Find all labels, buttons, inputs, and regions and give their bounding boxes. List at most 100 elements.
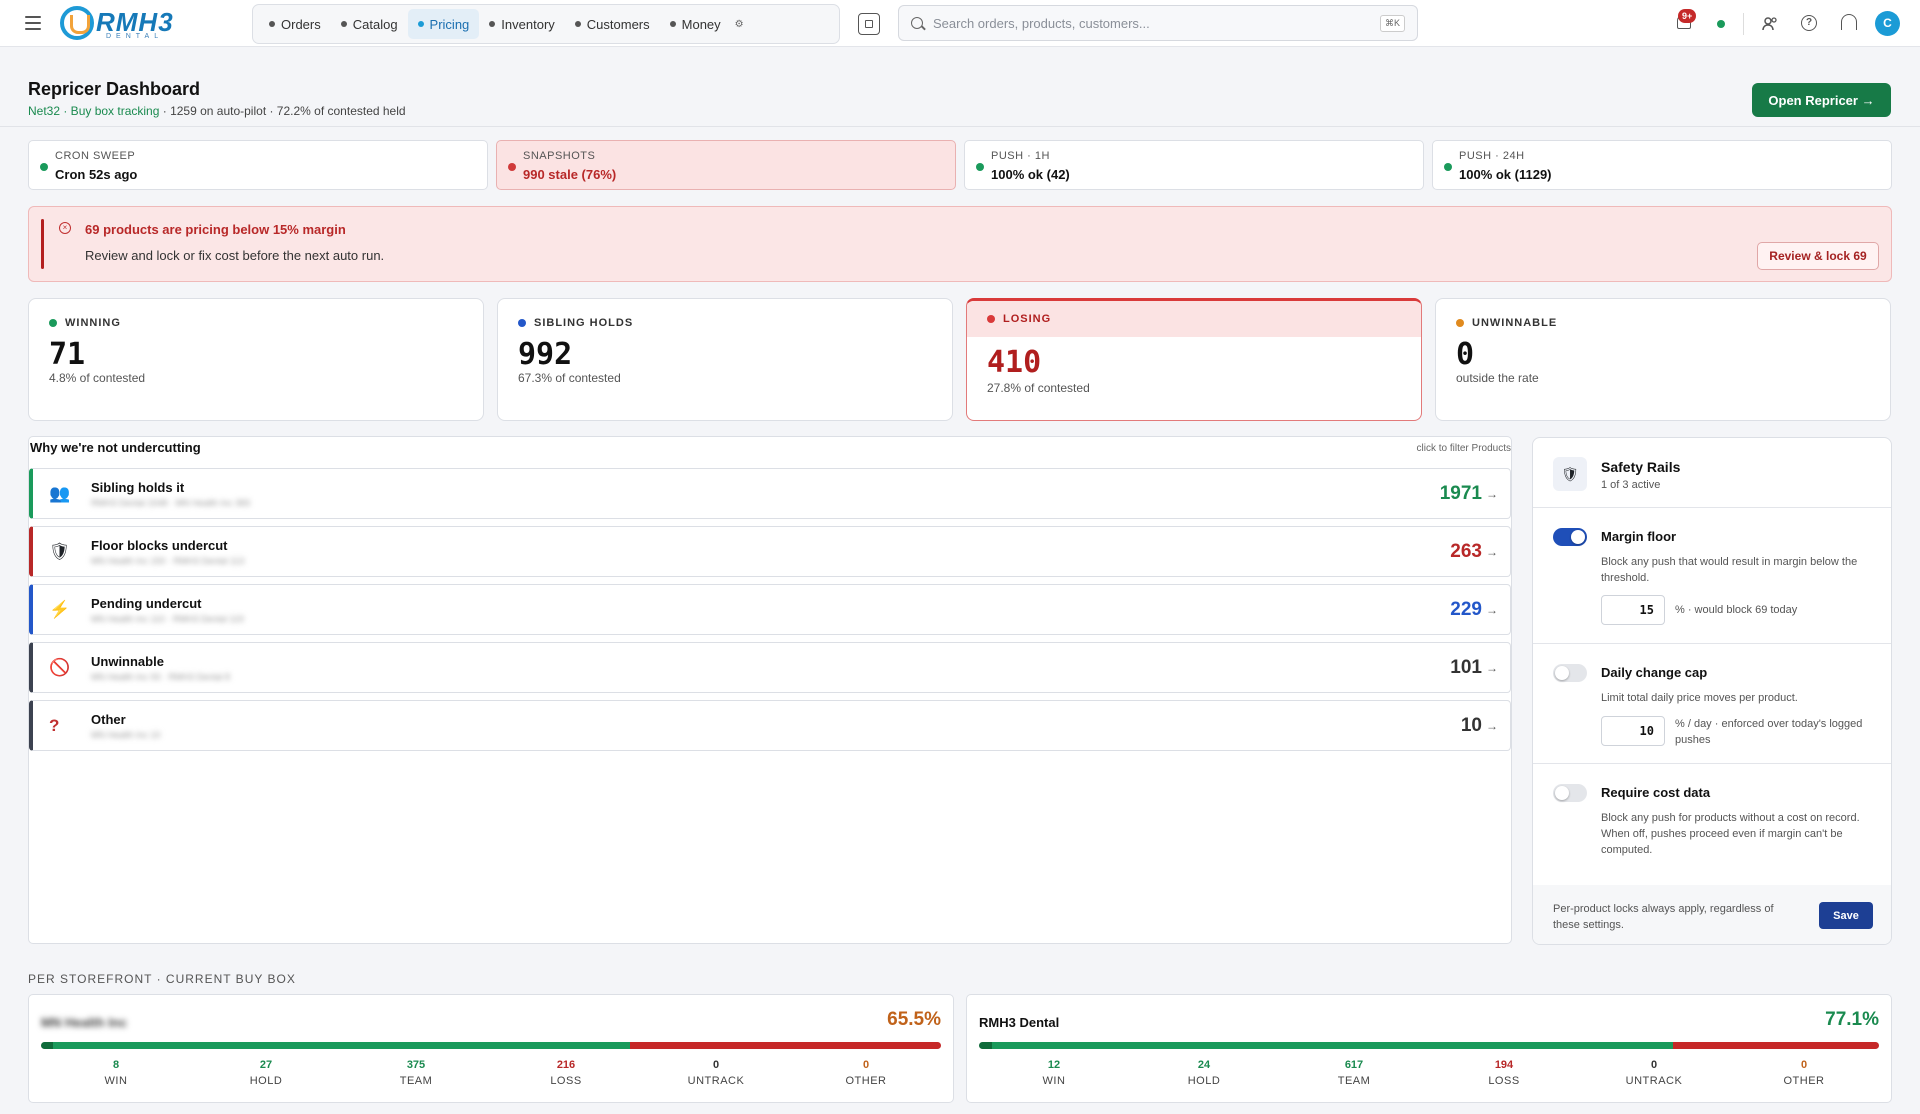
status-dot-icon bbox=[1444, 163, 1452, 171]
stat-value: 0 bbox=[862, 1059, 870, 1071]
arrow-right-icon: → bbox=[1486, 487, 1498, 501]
status-value: 100% ok (1129) bbox=[1459, 167, 1552, 182]
notification-badge: 9+ bbox=[1678, 9, 1697, 23]
reason-breakdown: MN Health Inc 10 bbox=[91, 730, 161, 740]
reason-count: 1971 bbox=[1439, 483, 1482, 504]
bar-segment-team bbox=[91, 1042, 631, 1049]
prohibited-icon: 🚫 bbox=[49, 658, 71, 677]
save-button[interactable]: Save bbox=[1819, 902, 1873, 929]
why-not-undercutting-panel: Why we're not undercutting click to filt… bbox=[28, 436, 1512, 944]
review-lock-button[interactable]: Review & lock 69 bbox=[1757, 242, 1879, 270]
nav-dot-icon bbox=[669, 21, 676, 27]
reason-count: 229 bbox=[1450, 599, 1482, 620]
stat-loss: 194 LOSS bbox=[1429, 1059, 1579, 1087]
stat-label: LOSS bbox=[550, 1075, 582, 1087]
headset-icon[interactable] bbox=[1841, 14, 1857, 30]
kpi-label: UNWINNABLE bbox=[1472, 317, 1558, 329]
nav-pricing[interactable]: Pricing bbox=[407, 9, 480, 39]
logo-mark bbox=[60, 6, 94, 40]
kpi-dot-icon bbox=[49, 319, 57, 327]
daily-cap-toggle[interactable] bbox=[1553, 664, 1587, 682]
reason-row-pending[interactable]: ⚡ Pending undercut MN Health Inc 110 · R… bbox=[29, 584, 1511, 635]
stat-hold: 27 HOLD bbox=[191, 1059, 341, 1087]
nav-dot-icon bbox=[489, 21, 496, 27]
subtitle-link[interactable]: Net32 · Buy box tracking bbox=[28, 104, 159, 118]
alert-circle-icon: × bbox=[59, 222, 71, 234]
nav-label: Orders bbox=[281, 16, 321, 32]
reason-row-unwinnable[interactable]: 🚫 Unwinnable MN Health Inc 93 · RMH3 Den… bbox=[29, 642, 1511, 693]
bar-segment-win bbox=[979, 1042, 992, 1049]
kpi-label: WINNING bbox=[65, 317, 121, 329]
safety-rails-panel: 🛡 Safety Rails 1 of 3 active Margin floo… bbox=[1532, 437, 1892, 945]
rail-description: Block any push for products without a co… bbox=[1601, 812, 1860, 856]
kpi-value: 992 bbox=[518, 337, 573, 372]
stat-value: 194 bbox=[1494, 1059, 1514, 1071]
require-cost-toggle[interactable] bbox=[1553, 784, 1587, 802]
status-value: 100% ok (42) bbox=[991, 167, 1070, 182]
rail-note: % / day · enforced over today's logged p… bbox=[1675, 718, 1863, 746]
reason-count: 10 bbox=[1460, 715, 1482, 736]
stat-untrack: 0 UNTRACK bbox=[641, 1059, 791, 1087]
toggle-knob bbox=[1555, 666, 1569, 680]
users-icon[interactable] bbox=[1760, 14, 1780, 34]
status-card-push-24h: PUSH · 24H 100% ok (1129) bbox=[1432, 140, 1892, 190]
stat-label: OTHER bbox=[845, 1075, 887, 1087]
status-card-cron: CRON SWEEP Cron 52s ago bbox=[28, 140, 488, 190]
rails-title: Safety Rails bbox=[1601, 459, 1681, 475]
stat-label: HOLD bbox=[249, 1075, 283, 1087]
nav-catalog[interactable]: Catalog bbox=[331, 9, 408, 39]
nav-money[interactable]: Money bbox=[660, 9, 731, 39]
nav-settings-icon[interactable]: ⚙ bbox=[735, 19, 744, 30]
storefront-card: MN Health Inc 65.5% 8 WIN 27 HOLD 375 TEAM … bbox=[28, 994, 954, 1103]
storefront-percent: 77.1% bbox=[1825, 1009, 1879, 1030]
bar-segment-loss bbox=[1672, 1042, 1879, 1049]
margin-floor-input[interactable] bbox=[1601, 595, 1665, 625]
reason-row-other[interactable]: ? Other MN Health Inc 10 10 → bbox=[29, 700, 1511, 751]
kpi-winning[interactable]: WINNING 71 4.8% of contested bbox=[28, 298, 484, 421]
nav-dot-icon bbox=[574, 21, 581, 27]
nav-inventory[interactable]: Inventory bbox=[479, 9, 564, 39]
panel-title: Why we're not undercutting bbox=[30, 440, 201, 455]
nav-orders[interactable]: Orders bbox=[259, 9, 331, 39]
stat-untrack: 0 UNTRACK bbox=[1579, 1059, 1729, 1087]
buy-box-bar bbox=[979, 1042, 1879, 1049]
stat-value: 375 bbox=[406, 1059, 426, 1071]
stat-label: WIN bbox=[104, 1075, 128, 1087]
daily-cap-input[interactable] bbox=[1601, 716, 1665, 746]
nav-dot-icon bbox=[417, 21, 424, 27]
kpi-unwinnable[interactable]: UNWINNABLE 0 outside the rate bbox=[1435, 298, 1891, 421]
scan-icon[interactable] bbox=[858, 13, 880, 35]
rails-footer-note: Per-product locks always apply, regardle… bbox=[1553, 903, 1774, 931]
open-repricer-button[interactable]: Open Repricer → bbox=[1752, 83, 1891, 117]
status-value: 990 stale (76%) bbox=[523, 167, 617, 182]
arrow-right-icon: → bbox=[1486, 719, 1498, 733]
reason-row-floor[interactable]: 🛡 Floor blocks undercut MN Health Inc 15… bbox=[29, 526, 1511, 577]
search-input[interactable] bbox=[933, 15, 1380, 31]
stat-value: 24 bbox=[1197, 1059, 1211, 1071]
bar-segment-win bbox=[41, 1042, 53, 1049]
storefront-name: MN Health Inc bbox=[41, 1015, 127, 1030]
stat-label: TEAM bbox=[399, 1075, 433, 1087]
kpi-sibling-holds[interactable]: SIBLING HOLDS 992 67.3% of contested bbox=[497, 298, 953, 421]
status-dot-icon bbox=[508, 163, 516, 171]
reason-breakdown: MN Health Inc 93 · RMH3 Dental 8 bbox=[91, 672, 231, 682]
menu-icon[interactable] bbox=[25, 16, 41, 30]
page-subtitle: Net32 · Buy box tracking · 1259 on auto-… bbox=[28, 104, 406, 118]
avatar[interactable]: C bbox=[1875, 11, 1900, 36]
logo[interactable]: RMH3 DENTAL bbox=[60, 4, 194, 44]
subtitle-text: · 1259 on auto-pilot · 72.2% of conteste… bbox=[159, 104, 406, 118]
stat-value: 0 bbox=[1650, 1059, 1658, 1071]
kpi-sub: 4.8% of contested bbox=[49, 371, 146, 385]
reason-title: Sibling holds it bbox=[91, 480, 185, 495]
stat-other: 0 OTHER bbox=[1729, 1059, 1879, 1087]
kpi-value: 71 bbox=[49, 337, 86, 372]
search-shortcut: ⌘K bbox=[1379, 14, 1405, 32]
stat-label: OTHER bbox=[1783, 1075, 1825, 1087]
kpi-losing[interactable]: LOSING 410 27.8% of contested bbox=[966, 298, 1422, 421]
kpi-sub: 67.3% of contested bbox=[518, 371, 621, 385]
help-icon[interactable]: ? bbox=[1801, 15, 1817, 31]
reason-row-sibling[interactable]: 👥 Sibling holds it RMH3 Dental 1548 · MN… bbox=[29, 468, 1511, 519]
margin-floor-toggle[interactable] bbox=[1553, 528, 1587, 546]
reason-breakdown: RMH3 Dental 1548 · MN Health Inc 383 bbox=[91, 498, 251, 508]
nav-customers[interactable]: Customers bbox=[565, 9, 660, 39]
